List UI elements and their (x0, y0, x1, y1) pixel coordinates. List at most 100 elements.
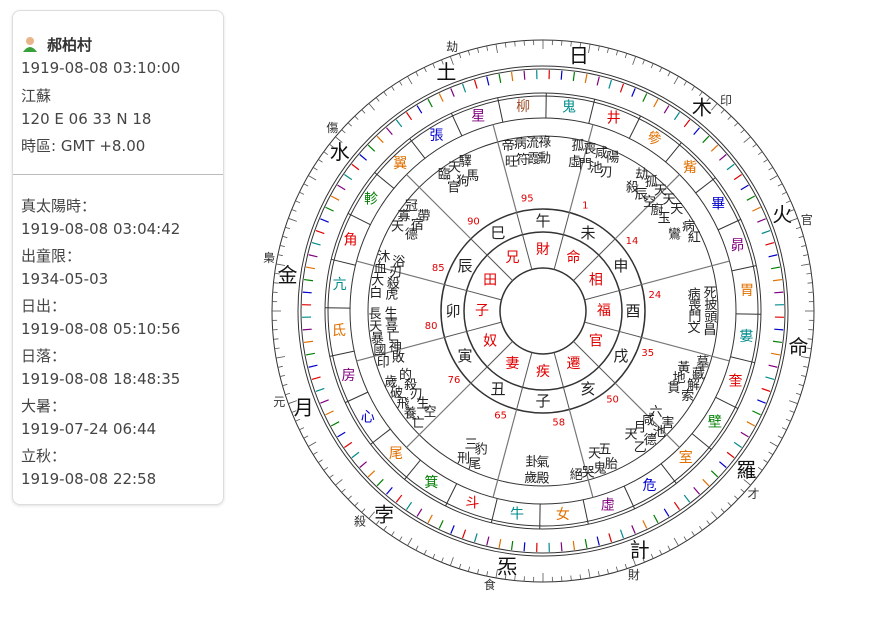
mansion-tick (337, 184, 346, 191)
mansion-divider (490, 498, 498, 523)
degree-tick (683, 536, 687, 542)
branch-divider (562, 387, 570, 410)
astrology-wheel: 柳鬼井參觜畢昴胃婁奎壁室危虛女牛斗箕尾心房氐亢角軫翼張星午未申酉戌亥子丑寅卯辰巳… (263, 39, 815, 592)
star-label: 三 (465, 437, 478, 452)
mansion-tick (302, 328, 312, 331)
star-label: 索 (681, 389, 694, 404)
mansion-label: 鬼 (562, 100, 576, 116)
degree-tick (659, 67, 663, 73)
mansion-label: 軫 (364, 191, 378, 207)
mansion-label: 心 (361, 409, 375, 425)
name-row: 郝柏村 (21, 33, 92, 55)
degree-tick (757, 467, 763, 471)
planet-aspect-label: 印 (720, 93, 732, 107)
mansion-label: 壁 (708, 415, 722, 431)
mansion-tick (523, 70, 526, 80)
mansion-divider (691, 433, 712, 450)
palace-divider (553, 352, 564, 388)
timezone: 時區: GMT +8.00 (21, 137, 146, 155)
palace-label: 妻 (506, 356, 520, 372)
mansion-tick (438, 93, 444, 102)
planet-aspect-label: 財 (628, 567, 640, 582)
mansion-divider (331, 258, 356, 266)
branch-divider (598, 238, 616, 256)
wheel-ring (271, 39, 815, 583)
star-label: 祿 (538, 136, 551, 151)
mansion-tick (752, 206, 761, 212)
degree-tick (399, 80, 403, 86)
mansion-tick (719, 461, 727, 468)
mansion-tick (473, 79, 478, 89)
age-label: 80 (425, 321, 438, 332)
star-label: 勳 (538, 152, 551, 167)
palace-label: 命 (567, 249, 581, 266)
house-spoke (641, 336, 730, 362)
degree-tick (308, 175, 317, 181)
degree-tick (407, 537, 413, 546)
palace-label: 福 (597, 303, 611, 319)
mansion-tick (406, 501, 413, 510)
degree-tick (303, 183, 309, 187)
mansion-tick (330, 195, 340, 201)
degree-tick (781, 191, 787, 195)
degree-tick (291, 209, 297, 212)
palace-label: 兄 (506, 250, 520, 266)
branch-label: 未 (580, 224, 595, 242)
mansion-tick (740, 431, 749, 438)
mansion-divider (717, 218, 742, 231)
degree-tick (734, 495, 739, 500)
degree-tick (691, 86, 695, 91)
star-label: 絕 (570, 468, 583, 483)
degree-tick (282, 383, 288, 387)
mansion-tick (359, 461, 367, 468)
palace-divider (584, 290, 620, 301)
branch-label: 寅 (458, 347, 473, 365)
degree-tick (795, 392, 801, 396)
star-label: 鬼 (593, 461, 606, 477)
star-label: 貫 (667, 381, 680, 396)
mansion-tick (642, 520, 648, 529)
degree-tick (458, 53, 462, 59)
mansion-label: 星 (471, 109, 485, 125)
branch-divider (562, 212, 570, 235)
planet-label: 木 (692, 96, 712, 120)
degree-tick (781, 427, 787, 431)
mansion-tick (406, 112, 413, 121)
mansion-tick (768, 364, 778, 368)
star-label: 玉 (658, 212, 671, 227)
start-luck-value: 1934-05-03 (21, 270, 109, 288)
mansion-label: 奎 (728, 374, 742, 390)
degree-tick (743, 136, 751, 143)
planet-label: 計 (630, 538, 650, 562)
mansion-label: 參 (648, 131, 662, 147)
planet-label: 炁 (497, 554, 517, 578)
solar-term-2-label: 立秋： (21, 447, 67, 465)
mansion-tick (774, 328, 784, 331)
mansion-tick (693, 127, 700, 135)
mansion-tick (596, 536, 600, 546)
mansion-tick (702, 135, 710, 144)
degree-tick (323, 467, 329, 471)
mansion-tick (302, 291, 312, 294)
degree-tick (318, 459, 323, 463)
mansion-tick (608, 79, 613, 89)
person-name: 郝柏村 (47, 35, 93, 54)
branch-divider (619, 284, 642, 292)
mansion-tick (608, 533, 613, 543)
mansion-label: 室 (679, 449, 693, 466)
planet-aspect-label: 劫 (446, 40, 458, 54)
sunset-value: 1919-08-08 18:48:35 (21, 370, 181, 388)
true-solar-value: 1919-08-08 03:04:42 (21, 220, 181, 238)
degree-tick (803, 254, 809, 257)
degree-tick (423, 67, 427, 73)
degree-tick (789, 410, 795, 413)
degree-tick (303, 435, 309, 439)
mansion-divider (665, 142, 682, 163)
degree-tick (740, 488, 745, 493)
mansion-tick (740, 184, 749, 191)
mansion-tick (320, 218, 329, 223)
mansion-tick (344, 441, 353, 448)
mansion-label: 危 (642, 478, 656, 494)
planet-label: 水 (330, 140, 350, 164)
degree-tick (354, 115, 359, 120)
